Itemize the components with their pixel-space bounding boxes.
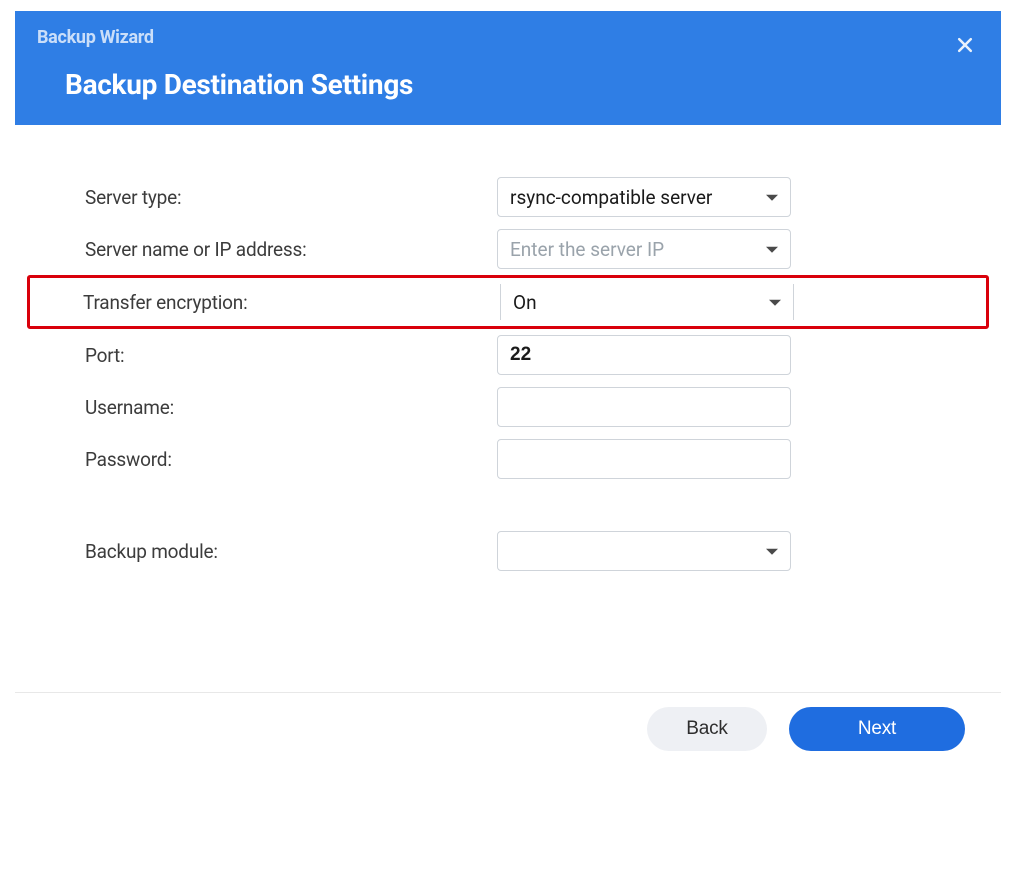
row-port: Port: xyxy=(35,329,981,381)
transfer-encryption-value: On xyxy=(513,291,757,314)
wizard-title: Backup Wizard xyxy=(37,27,979,48)
chevron-down-icon xyxy=(769,300,781,306)
row-server-name: Server name or IP address: Enter the ser… xyxy=(35,223,981,275)
chevron-down-icon xyxy=(766,247,778,253)
username-input[interactable] xyxy=(510,388,778,426)
label-backup-module: Backup module: xyxy=(35,540,497,563)
password-input[interactable] xyxy=(510,440,778,478)
backup-wizard-dialog: Backup Wizard Backup Destination Setting… xyxy=(15,11,1001,765)
label-password: Password: xyxy=(35,448,497,471)
row-transfer-encryption: Transfer encryption: On xyxy=(27,275,989,329)
close-icon[interactable] xyxy=(953,33,977,57)
label-port: Port: xyxy=(35,344,497,367)
server-name-combobox[interactable]: Enter the server IP xyxy=(497,229,791,269)
chevron-down-icon xyxy=(766,195,778,201)
back-button[interactable]: Back xyxy=(647,707,767,751)
transfer-encryption-select[interactable]: On xyxy=(500,284,794,320)
dialog-body: Server type: rsync-compatible server Ser… xyxy=(15,125,1001,765)
server-type-select[interactable]: rsync-compatible server xyxy=(497,177,791,217)
row-server-type: Server type: rsync-compatible server xyxy=(35,171,981,223)
password-input-wrap xyxy=(497,439,791,479)
server-type-value: rsync-compatible server xyxy=(510,186,754,209)
port-input[interactable] xyxy=(510,336,778,374)
backup-module-select[interactable] xyxy=(497,531,791,571)
port-input-wrap xyxy=(497,335,791,375)
row-backup-module: Backup module: xyxy=(35,525,981,577)
server-name-placeholder: Enter the server IP xyxy=(510,238,754,261)
row-username: Username: xyxy=(35,381,981,433)
label-username: Username: xyxy=(35,396,497,419)
username-input-wrap xyxy=(497,387,791,427)
chevron-down-icon xyxy=(766,549,778,555)
label-transfer-encryption: Transfer encryption: xyxy=(38,291,500,314)
dialog-footer: Back Next xyxy=(15,692,1001,765)
label-server-name: Server name or IP address: xyxy=(35,238,497,261)
spacer xyxy=(35,485,981,525)
page-title: Backup Destination Settings xyxy=(37,68,979,101)
row-password: Password: xyxy=(35,433,981,485)
label-server-type: Server type: xyxy=(35,186,497,209)
form: Server type: rsync-compatible server Ser… xyxy=(35,171,981,577)
dialog-header: Backup Wizard Backup Destination Setting… xyxy=(15,11,1001,125)
next-button[interactable]: Next xyxy=(789,707,965,751)
